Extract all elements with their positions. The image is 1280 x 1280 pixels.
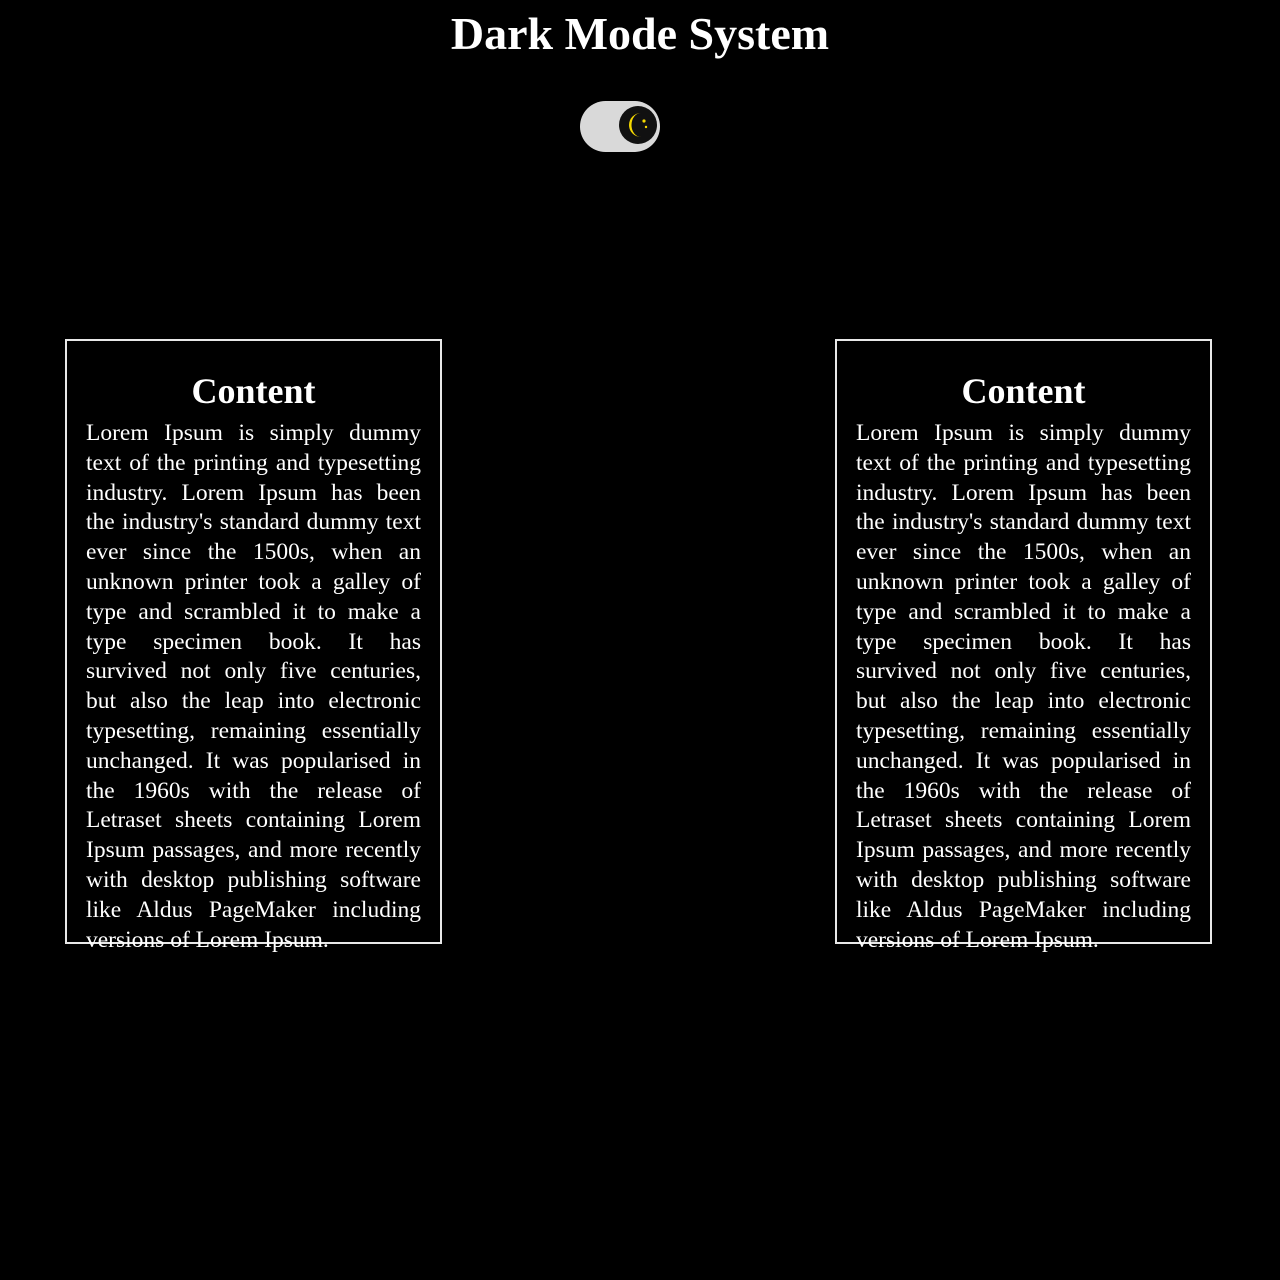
content-card-right: Content Lorem Ipsum is simply dummy text… — [835, 339, 1212, 953]
page-title: Dark Mode System — [450, 8, 830, 59]
card-title: Content — [191, 371, 316, 411]
dark-mode-toggle[interactable] — [580, 101, 660, 152]
card-title: Content — [961, 371, 1086, 411]
card-text: Lorem Ipsum is simply dummy text of the … — [856, 420, 1191, 953]
moon-icon — [629, 113, 648, 137]
content-card-left: Content Lorem Ipsum is simply dummy text… — [65, 339, 442, 953]
card-text: Lorem Ipsum is simply dummy text of the … — [86, 420, 421, 953]
toggle-knob — [619, 106, 657, 144]
